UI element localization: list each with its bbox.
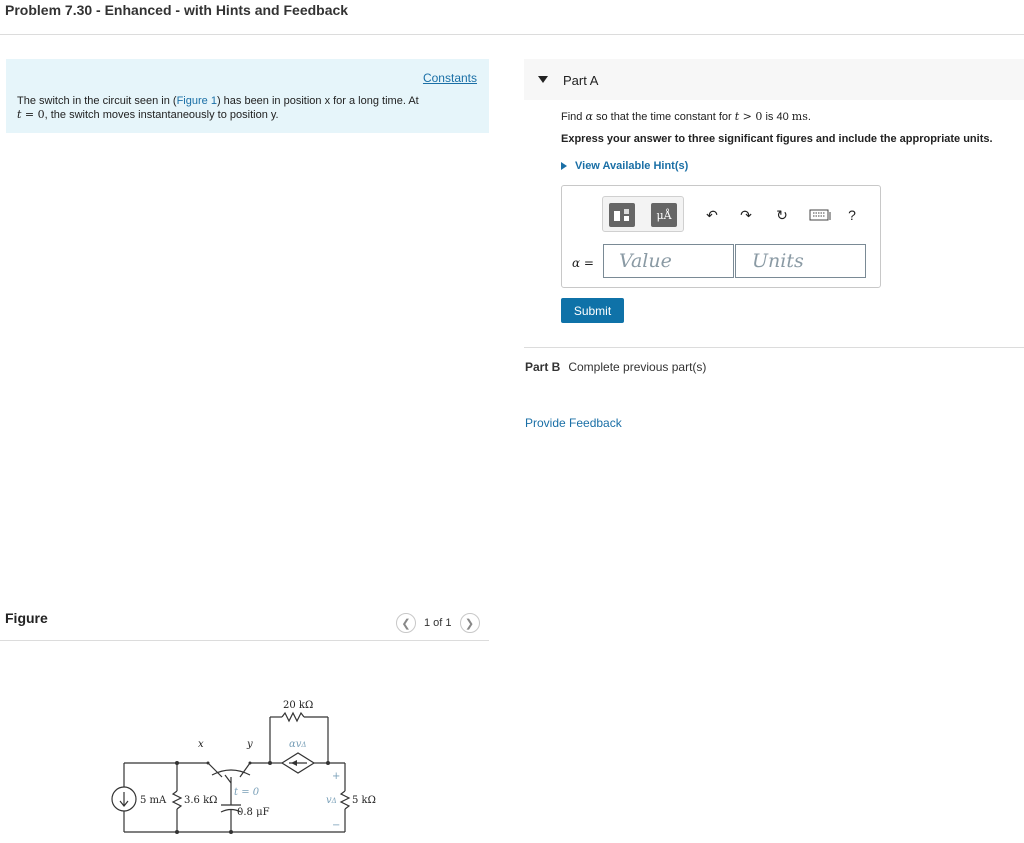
provide-feedback-link[interactable]: Provide Feedback <box>525 416 622 430</box>
collapse-triangle-icon <box>538 76 548 83</box>
switch-time-label: t = 0 <box>234 787 260 798</box>
constants-link[interactable]: Constants <box>423 71 477 85</box>
next-figure-button[interactable]: ❯ <box>459 613 480 633</box>
switch-position-y: y <box>246 739 253 750</box>
page-title: Problem 7.30 - Enhanced - with Hints and… <box>5 2 349 18</box>
prompt-unit: ms <box>791 110 808 123</box>
dependent-source-label: αv <box>289 739 302 750</box>
svg-text:αvΔ: αvΔ <box>289 739 306 750</box>
figure-divider <box>0 640 489 641</box>
resistor-3k6-label: 3.6 kΩ <box>184 795 217 806</box>
problem-intro-panel: Constants The switch in the circuit seen… <box>6 59 489 133</box>
figure-label: Figure <box>5 610 48 626</box>
figure-link[interactable]: Figure 1 <box>177 95 217 107</box>
problem-statement: The switch in the circuit seen in (Figur… <box>17 94 477 122</box>
prompt-text-1: Find <box>561 111 586 123</box>
reset-icon: ↻ <box>776 206 788 223</box>
prev-figure-button[interactable]: ❮ <box>396 613 416 633</box>
keyboard-icon <box>809 209 831 221</box>
statement-text-2: ) has been in position x for a long time… <box>216 95 419 107</box>
units-input[interactable]: Units <box>735 244 866 278</box>
prompt-text-3: is 40 <box>762 111 792 123</box>
source-label: 5 mA <box>140 795 167 806</box>
switch-position-x: x <box>198 739 204 750</box>
value-input[interactable]: Value <box>603 244 734 278</box>
circuit-diagram: 5 mA 3.6 kΩ 20 kΩ 5 kΩ 0.8 μF t = 0 x y … <box>111 700 376 834</box>
time-equals-zero: = 0 <box>21 108 45 121</box>
units-button[interactable]: μÅ <box>651 203 677 227</box>
caret-right-icon <box>561 162 567 170</box>
prompt-alpha: α <box>585 110 593 123</box>
answer-box: μÅ ↶ ↷ ↻ ? α = Value Units <box>561 185 881 288</box>
figure-pager: ❮ 1 of 1 ❯ <box>396 612 480 634</box>
submit-button[interactable]: Submit <box>561 298 624 323</box>
units-placeholder: Units <box>752 250 804 272</box>
reset-button[interactable]: ↻ <box>773 206 791 224</box>
undo-button[interactable]: ↶ <box>703 206 721 224</box>
prompt-text-4: . <box>807 111 811 123</box>
resistor-5k-label: 5 kΩ <box>352 795 376 806</box>
part-b-status: Complete previous part(s) <box>568 360 707 374</box>
units-icon: μÅ <box>656 208 672 222</box>
resistor-20k-label: 20 kΩ <box>283 700 313 711</box>
voltage-minus: − <box>332 820 340 831</box>
view-hints-toggle[interactable]: View Available Hint(s) <box>561 160 688 172</box>
redo-icon: ↷ <box>740 206 752 223</box>
voltage-plus: + <box>332 771 340 782</box>
undo-icon: ↶ <box>706 206 718 223</box>
keyboard-button[interactable] <box>808 206 832 224</box>
math-toolbar: μÅ <box>602 196 684 232</box>
templates-icon <box>614 209 629 221</box>
prompt-gt-zero: > 0 <box>739 110 763 123</box>
header-divider <box>0 34 1024 35</box>
part-a-header[interactable]: Part A <box>524 59 1024 100</box>
voltage-subscript: Δ <box>331 797 337 805</box>
part-a-label: Part A <box>563 73 599 88</box>
capacitor-label: 0.8 μF <box>237 807 270 818</box>
alpha-symbol: α = <box>572 256 594 270</box>
statement-text-3: , the switch moves instantaneously to po… <box>44 109 279 121</box>
part-b-label: Part B <box>525 360 561 374</box>
value-placeholder: Value <box>619 250 672 272</box>
view-hints-label: View Available Hint(s) <box>575 160 689 172</box>
dependent-source-subscript: Δ <box>300 741 306 749</box>
help-icon: ? <box>848 207 856 223</box>
statement-text-1: The switch in the circuit seen in ( <box>17 95 177 107</box>
svg-text:vΔ: vΔ <box>326 795 337 806</box>
part-b-row: Part B Complete previous part(s) <box>525 360 706 374</box>
chevron-right-icon: ❯ <box>464 617 475 630</box>
prompt-text-2: so that the time constant for <box>592 111 735 123</box>
chevron-left-icon: ❮ <box>401 617 411 630</box>
answer-instruction: Express your answer to three significant… <box>561 133 993 145</box>
figure-page-count: 1 of 1 <box>424 617 452 629</box>
help-button[interactable]: ? <box>843 206 861 224</box>
part-a-prompt: Find α so that the time constant for t >… <box>561 110 811 123</box>
templates-button[interactable] <box>609 203 635 227</box>
alpha-label: α = <box>572 256 594 270</box>
redo-button[interactable]: ↷ <box>737 206 755 224</box>
part-divider <box>524 347 1024 348</box>
